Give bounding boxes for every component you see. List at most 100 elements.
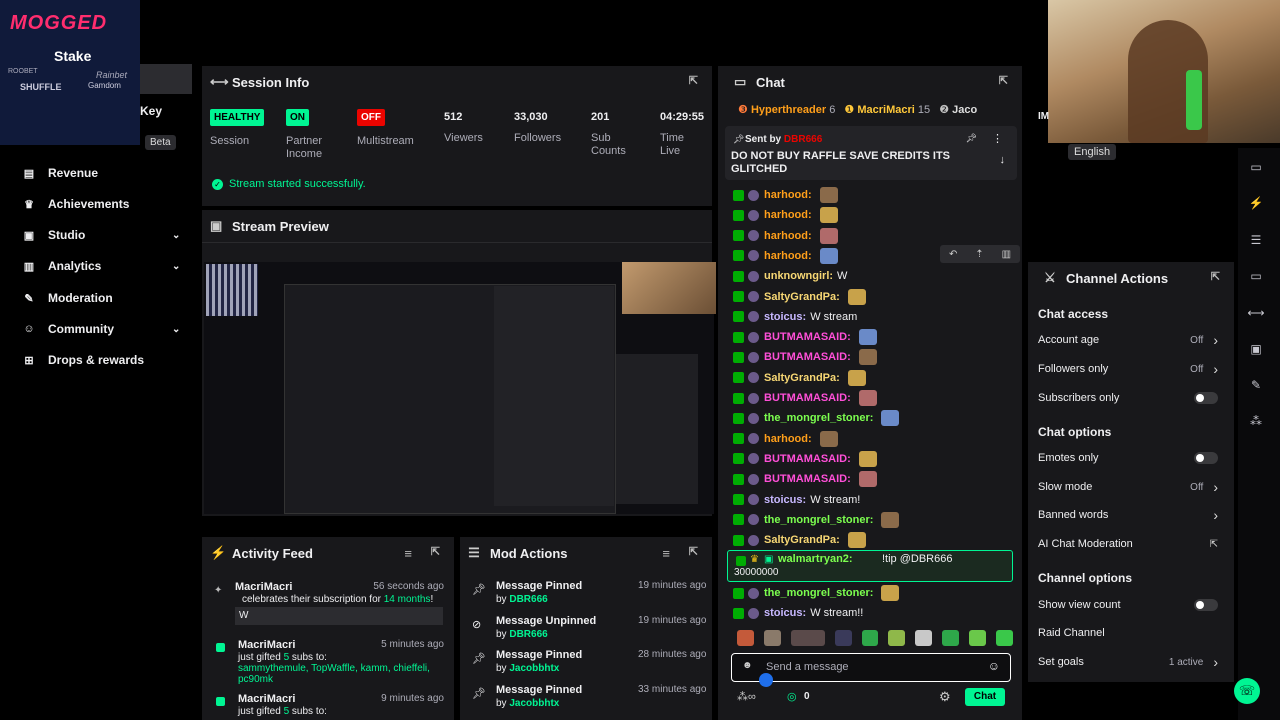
chat-settings-icon[interactable]: ⚙ <box>939 689 951 705</box>
avatar <box>748 392 759 404</box>
rail-tools-button[interactable]: ✎ <box>1243 372 1269 398</box>
chat-username[interactable]: harhood: <box>764 230 812 242</box>
avatar <box>748 351 759 363</box>
popout-icon[interactable]: ⇱ <box>689 545 698 558</box>
sidebar-item-achievements[interactable]: ♛ Achievements <box>22 197 129 211</box>
support-button[interactable]: ☏ <box>1234 678 1260 704</box>
channel-action-row[interactable]: Show view count <box>1038 599 1218 611</box>
delete-icon[interactable]: ▥ <box>1002 249 1011 260</box>
chat-username[interactable]: walmartryan2: <box>778 553 853 565</box>
chat-username[interactable]: SaltyGrandPa: <box>764 372 840 384</box>
channel-action-control[interactable]: Off › <box>1190 361 1218 377</box>
channel-action-control[interactable]: Off › <box>1190 332 1218 348</box>
mod-action-time: 28 minutes ago <box>638 649 707 660</box>
channel-action-row[interactable]: Account age Off › <box>1038 332 1218 348</box>
chat-username[interactable]: BUTMAMASAID: <box>764 392 851 404</box>
emoji-icon[interactable]: ☺ <box>988 659 1000 673</box>
sidebar-item-moderation[interactable]: ✎ Moderation <box>22 291 112 305</box>
leaderboard-name[interactable]: MacriMacri <box>857 104 914 116</box>
chat-username[interactable]: BUTMAMASAID: <box>764 453 851 465</box>
leaderboard-name[interactable]: Hyperthreader <box>751 104 826 116</box>
filter-icon[interactable]: ≡ <box>662 546 670 561</box>
stream-preview-video[interactable] <box>204 262 716 514</box>
chat-username[interactable]: harhood: <box>764 433 812 445</box>
rail-list-button[interactable]: ☰ <box>1243 227 1269 253</box>
rail-more-button[interactable]: ⁂ <box>1243 408 1269 434</box>
chat-username[interactable]: unknowngirl: <box>764 270 833 282</box>
chat-username[interactable]: the_mongrel_stoner: <box>764 587 873 599</box>
channel-action-control[interactable]: 1 active › <box>1169 654 1218 670</box>
more-options-icon[interactable]: ⋮ <box>992 132 1003 145</box>
rail-session-button[interactable]: ▭ <box>1243 154 1269 180</box>
leaderboard-name[interactable]: Jaco <box>952 104 977 116</box>
rail-preview-button[interactable]: ▣ <box>1243 336 1269 362</box>
popout-icon[interactable]: ⇱ <box>999 74 1008 87</box>
chat-username[interactable]: harhood: <box>764 250 812 262</box>
chat-username[interactable]: SaltyGrandPa: <box>764 534 840 546</box>
channel-action-control[interactable] <box>1194 392 1218 404</box>
chat-username[interactable]: harhood: <box>764 189 812 201</box>
sidebar-item-community[interactable]: ☺ Community ⌄ <box>22 322 182 336</box>
reply-icon[interactable]: ↶ <box>949 249 957 260</box>
chat-username[interactable]: BUTMAMASAID: <box>764 331 851 343</box>
chat-input[interactable]: ☻ Send a message ☺ <box>731 653 1011 682</box>
channel-action-control[interactable] <box>1194 599 1218 611</box>
emote-icon[interactable] <box>942 630 960 646</box>
popout-icon[interactable]: ⇱ <box>431 545 440 558</box>
chat-username[interactable]: the_mongrel_stoner: <box>764 412 873 424</box>
channel-action-row[interactable]: Raid Channel <box>1038 627 1218 639</box>
chat-username[interactable]: BUTMAMASAID: <box>764 351 851 363</box>
chat-username[interactable]: stoicus: <box>764 494 806 506</box>
filter-icon[interactable]: ≡ <box>404 546 412 561</box>
channel-action-control[interactable]: Off › <box>1190 479 1218 495</box>
sidebar-item-studio[interactable]: ▣ Studio ⌄ <box>22 228 182 242</box>
channel-action-row[interactable]: Banned words › <box>1038 507 1218 523</box>
channel-action-row[interactable]: AI Chat Moderation ⇱ <box>1038 538 1218 550</box>
emote-icon[interactable] <box>996 630 1013 646</box>
chat-username[interactable]: stoicus: <box>764 607 806 619</box>
channel-action-control[interactable]: ⇱ <box>1210 539 1218 550</box>
toggle-switch[interactable] <box>1194 452 1218 464</box>
emoji-menu-icon[interactable]: ☻ <box>742 660 753 671</box>
emote-icon[interactable] <box>763 630 781 646</box>
emote-icon[interactable] <box>915 630 933 646</box>
avatar <box>748 453 759 465</box>
emote-icon[interactable] <box>790 630 825 646</box>
channel-action-control[interactable] <box>1194 452 1218 464</box>
chat-username[interactable]: BUTMAMASAID: <box>764 473 851 485</box>
sidebar-partial-key[interactable]: Key <box>140 104 162 118</box>
chat-username[interactable]: harhood: <box>764 209 812 221</box>
channel-action-value: Off <box>1190 363 1204 375</box>
channel-action-row[interactable]: Subscribers only <box>1038 392 1218 404</box>
chat-send-button[interactable]: Chat <box>965 688 1005 706</box>
emote-icon <box>881 585 900 601</box>
channel-action-row[interactable]: Emotes only <box>1038 452 1218 464</box>
pin-icon[interactable]: ⇡ <box>975 249 983 260</box>
sidebar-item-drops[interactable]: ⊞ Drops & rewards <box>22 353 144 367</box>
rail-lightning-button[interactable]: ⚡ <box>1243 190 1269 216</box>
toggle-switch[interactable] <box>1194 599 1218 611</box>
popout-icon[interactable]: ⇱ <box>1211 270 1220 283</box>
unpin-icon[interactable]: 📌︎ <box>966 133 977 144</box>
emote-icon[interactable] <box>834 630 852 646</box>
emote-icon[interactable] <box>737 630 754 646</box>
toggle-switch[interactable] <box>1194 392 1218 404</box>
channel-action-row[interactable]: Set goals 1 active › <box>1038 654 1218 670</box>
channel-action-row[interactable]: Followers only Off › <box>1038 361 1218 377</box>
sidebar-item-analytics[interactable]: ▥ Analytics ⌄ <box>22 259 182 273</box>
emote-icon[interactable] <box>861 630 879 646</box>
chat-username[interactable]: the_mongrel_stoner: <box>764 514 873 526</box>
chat-username[interactable]: SaltyGrandPa: <box>764 291 840 303</box>
community-points-icon[interactable]: ⁂∞ <box>737 690 756 703</box>
rail-session-info-button[interactable]: ⟷ <box>1243 300 1269 326</box>
emote-icon[interactable] <box>888 630 906 646</box>
channel-action-control[interactable]: › <box>1213 507 1218 523</box>
collapse-icon[interactable]: ↓ <box>1000 154 1006 166</box>
rail-chat-button[interactable]: ▭ <box>1243 263 1269 289</box>
channel-action-row[interactable]: Slow mode Off › <box>1038 479 1218 495</box>
popout-icon[interactable]: ⇱ <box>689 74 698 87</box>
panel-header: ▣ Stream Preview <box>202 210 712 243</box>
sidebar-item-revenue[interactable]: ▤ Revenue <box>22 166 98 180</box>
emote-icon[interactable] <box>969 630 987 646</box>
chat-username[interactable]: stoicus: <box>764 311 806 323</box>
